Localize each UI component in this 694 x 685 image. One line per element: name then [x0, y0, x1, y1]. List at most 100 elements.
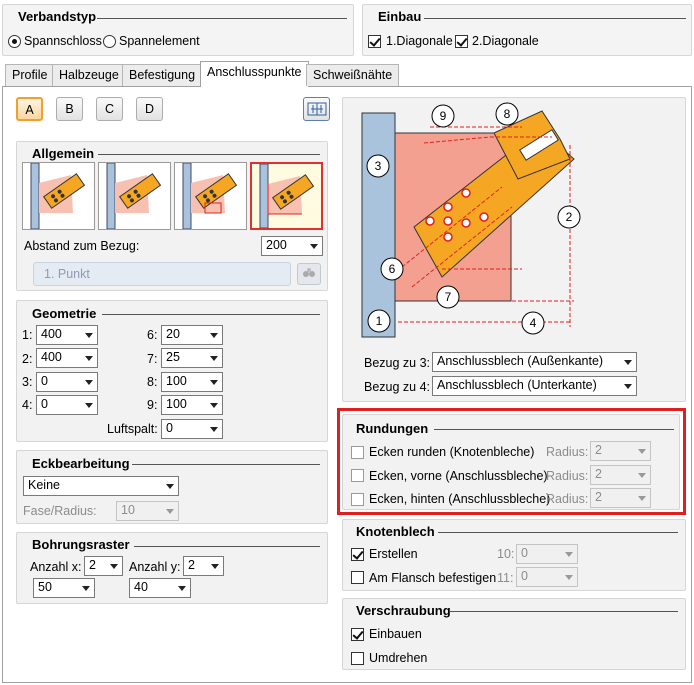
- chevron-down-icon: [85, 403, 93, 408]
- raster-x-dropdown[interactable]: 50: [33, 578, 95, 598]
- ecken-vorne-label[interactable]: Ecken, vorne (Anschlussbleche): [369, 469, 548, 483]
- tab-profile[interactable]: Profile: [5, 64, 55, 86]
- spannschloss-radio[interactable]: [8, 35, 21, 48]
- variant-4-thumbnail[interactable]: [250, 162, 323, 230]
- umdrehen-checkbox[interactable]: [351, 652, 364, 665]
- geo-label-9: 9:: [147, 398, 158, 412]
- umdrehen-label[interactable]: Umdrehen: [369, 651, 427, 665]
- einbau-title: Einbau: [378, 9, 422, 24]
- ecken-runden-checkbox[interactable]: [351, 446, 364, 459]
- anzahl-x-dropdown[interactable]: 2: [84, 556, 123, 576]
- fase-radius-label: Fase/Radius:: [23, 504, 97, 518]
- geo-dropdown-9[interactable]: 100: [161, 395, 223, 415]
- tab-halbzeuge[interactable]: Halbzeuge: [52, 64, 126, 86]
- chevron-down-icon: [166, 484, 174, 489]
- spannelement-radio[interactable]: [103, 35, 116, 48]
- geo-label-7: 7:: [147, 352, 158, 366]
- einbauen-checkbox[interactable]: [351, 628, 364, 641]
- tab-anschlusspunkte[interactable]: Anschlusspunkte: [200, 61, 309, 87]
- geo-dropdown-6[interactable]: 20: [161, 325, 223, 345]
- chevron-down-icon: [624, 360, 632, 365]
- geo-label-4: 4:: [22, 398, 33, 412]
- bezug3-dropdown[interactable]: Anschlussblech (Außenkante): [432, 352, 637, 372]
- chevron-down-icon: [310, 244, 318, 249]
- ecken-vorne-checkbox[interactable]: [351, 469, 364, 482]
- eckbearbeitung-dropdown[interactable]: Keine: [23, 476, 179, 496]
- diagonale2-checkbox[interactable]: [455, 35, 468, 48]
- flansch-label[interactable]: Am Flansch befestigen: [369, 571, 496, 585]
- geo-dropdown-2[interactable]: 400: [36, 348, 98, 368]
- punkt-field: 1. Punkt: [33, 262, 291, 286]
- geo-value-6: 20: [166, 327, 180, 341]
- chevron-down-icon: [110, 564, 118, 569]
- subtab-a-button[interactable]: A: [16, 97, 43, 121]
- radius1-dropdown[interactable]: 2: [590, 441, 651, 461]
- radius2-value: 2: [595, 467, 602, 481]
- raster-x-value: 50: [38, 580, 52, 594]
- field10-label: 10:: [497, 547, 515, 561]
- verschraubung-title: Verschraubung: [356, 603, 451, 618]
- eckbearbeitung-divider: [132, 464, 320, 465]
- geo-dropdown-7[interactable]: 25: [161, 348, 223, 368]
- chevron-down-icon: [624, 384, 632, 389]
- geo-dropdown-8[interactable]: 100: [161, 372, 223, 392]
- einbau-divider: [424, 18, 686, 19]
- anzahl-x-label: Anzahl x:: [30, 560, 82, 574]
- chevron-down-icon: [638, 473, 646, 478]
- raster-y-value: 40: [134, 580, 148, 594]
- abstand-dropdown[interactable]: 200: [261, 236, 323, 256]
- mirror-icon[interactable]: [303, 97, 330, 121]
- anzahl-y-value: 2: [188, 558, 195, 572]
- field10-value: 0: [521, 546, 528, 560]
- raster-y-dropdown[interactable]: 40: [129, 578, 191, 598]
- flansch-checkbox[interactable]: [351, 571, 364, 584]
- radius3-dropdown[interactable]: 2: [590, 488, 651, 508]
- ecken-hinten-label[interactable]: Ecken, hinten (Anschlussbleche): [369, 492, 550, 506]
- anzahl-x-value: 2: [89, 558, 96, 572]
- diagonale2-label[interactable]: 2.Diagonale: [472, 34, 539, 48]
- diagonale1-label[interactable]: 1.Diagonale: [386, 34, 453, 48]
- fase-radius-dropdown[interactable]: 10: [116, 501, 179, 521]
- geo-dropdown-1[interactable]: 400: [36, 325, 98, 345]
- ecken-runden-label[interactable]: Ecken runden (Knotenbleche): [369, 445, 534, 459]
- callout-7: 7: [445, 290, 452, 304]
- anzahl-y-dropdown[interactable]: 2: [183, 556, 224, 576]
- diagram-callouts: 1 2 3 4 6 7 8 9: [366, 102, 581, 335]
- variant-1-thumbnail[interactable]: [22, 162, 95, 230]
- subtab-c-button[interactable]: C: [96, 97, 123, 121]
- variant-2-thumbnail[interactable]: [98, 162, 171, 230]
- variant-3-thumbnail[interactable]: [174, 162, 247, 230]
- radius1-value: 2: [595, 443, 602, 457]
- bezug3-label: Bezug zu 3:: [364, 356, 431, 370]
- anzahl-y-label: Anzahl y:: [129, 560, 181, 574]
- tab-schweissnaehte[interactable]: Schweißnähte: [306, 64, 400, 86]
- ecken-hinten-checkbox[interactable]: [351, 493, 364, 506]
- radius2-dropdown[interactable]: 2: [590, 465, 651, 485]
- erstellen-checkbox[interactable]: [351, 548, 364, 561]
- eckbearbeitung-value: Keine: [28, 478, 60, 492]
- rundungen-title: Rundungen: [356, 421, 429, 436]
- field11-dropdown[interactable]: 0: [516, 567, 578, 587]
- luftspalt-dropdown[interactable]: 0: [161, 419, 223, 439]
- geo-value-1: 400: [41, 327, 62, 341]
- punkt-placeholder: 1. Punkt: [44, 267, 90, 281]
- eckbearbeitung-title: Eckbearbeitung: [32, 456, 130, 471]
- verbandstyp-title: Verbandstyp: [18, 9, 97, 24]
- geo-dropdown-4[interactable]: 0: [36, 395, 98, 415]
- einbauen-label[interactable]: Einbauen: [369, 627, 422, 641]
- tab-befestigung[interactable]: Befestigung: [122, 64, 203, 86]
- knotenblech-divider: [438, 532, 678, 533]
- erstellen-label[interactable]: Erstellen: [369, 547, 418, 561]
- subtab-b-button[interactable]: B: [56, 97, 83, 121]
- spannelement-label[interactable]: Spannelement: [119, 34, 200, 48]
- diagonale1-checkbox[interactable]: [368, 35, 381, 48]
- field10-dropdown[interactable]: 0: [516, 544, 578, 564]
- bezug4-dropdown[interactable]: Anschlussblech (Unterkante): [432, 376, 637, 396]
- subtab-d-button[interactable]: D: [136, 97, 163, 121]
- bohrungsraster-title: Bohrungsraster: [32, 537, 130, 552]
- chevron-down-icon: [85, 380, 93, 385]
- geo-dropdown-3[interactable]: 0: [36, 372, 98, 392]
- geo-label-2: 2:: [22, 352, 33, 366]
- geo-label-1: 1:: [22, 328, 33, 342]
- spannschloss-label[interactable]: Spannschloss: [24, 34, 102, 48]
